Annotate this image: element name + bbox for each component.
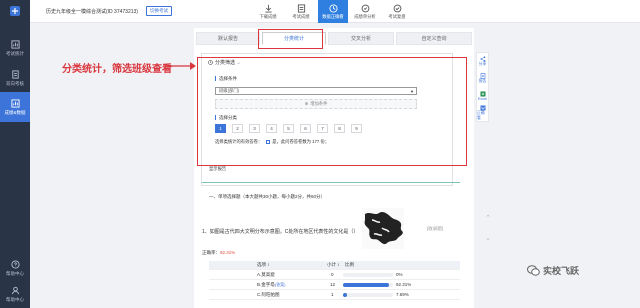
sidebar: 考试统计 双向考核 成绩&数据 帮助中心 帮助中心	[0, 0, 30, 308]
table-header-row: 选项 ↕ 小计 ↕ 比例	[209, 261, 460, 270]
report-tabs: 默认报告 分类统计 交叉分析 自定义查询	[194, 32, 474, 46]
download-grades-button[interactable]: 下载成绩	[253, 0, 283, 23]
tool-label: 考试复盘	[388, 13, 406, 19]
table-row: B.金字塔 (答案) 12 92.31%	[209, 280, 460, 290]
sidebar-item-review[interactable]: 双向考核	[0, 64, 30, 92]
share-button[interactable]: 分享	[477, 53, 488, 70]
right-tool-label: Excel	[477, 96, 488, 101]
ratio-bar	[343, 273, 393, 277]
document-icon	[11, 69, 19, 79]
report-analysis-button[interactable]: 成绩单分析	[350, 0, 380, 23]
ratio-bar	[343, 283, 393, 287]
column-header-count[interactable]: 小计 ↕	[327, 261, 340, 269]
column-header-ratio: 比例	[345, 262, 354, 267]
data-icon	[10, 98, 20, 108]
section-heading: 一、单项选择题（本大题共30小题，每小题2分，共60分）	[209, 194, 326, 199]
sidebar-item-results[interactable]: 成绩&数据	[0, 92, 30, 122]
accuracy-row: 正确率：92.31%	[202, 250, 235, 256]
option-cell: A.莫高窟	[257, 271, 275, 277]
analysis-icon	[361, 4, 369, 12]
tool-label: 考试成绩	[292, 13, 310, 19]
logo-icon	[10, 6, 20, 16]
word-button[interactable]: 正确看	[477, 104, 488, 121]
ratio-bar	[343, 293, 393, 297]
excel-button[interactable]: Excel	[477, 87, 488, 104]
pct-cell: 0%	[396, 272, 403, 277]
highlight-tab-box	[258, 29, 323, 49]
highlight-filter-box	[197, 57, 467, 166]
ratio-bar-fill	[343, 293, 347, 297]
sidebar-item-account[interactable]: 帮助中心	[0, 280, 30, 308]
count-cell: 0	[331, 272, 334, 277]
right-tool-label: 报告	[478, 79, 487, 83]
help-icon	[10, 259, 20, 269]
question-text: 1、如图是古代四大文明分布示意图，C处所在地区代表性的文化是（）	[202, 229, 359, 235]
download-icon	[264, 4, 272, 13]
divider	[202, 182, 460, 183]
exam-title: 历史九年级全一模综合测试(ID 37473213)	[46, 9, 138, 15]
pct-cell: 92.31%	[396, 282, 412, 287]
table-row: A.莫高窟 0 0%	[209, 270, 460, 280]
sidebar-item-exam-stats[interactable]: 考试统计	[0, 34, 30, 62]
table-row: C.阿旺帕图 1 7.69%	[209, 290, 460, 300]
annotation-text: 分类统计，筛选班级查看	[62, 64, 172, 75]
check-icon	[393, 4, 401, 12]
sidebar-item-help[interactable]: 帮助中心	[0, 254, 30, 282]
wechat-icon	[527, 265, 540, 276]
tool-label: 数据正确看	[322, 13, 344, 19]
report-button[interactable]: 报告	[477, 70, 488, 87]
answer-tag: (答案)	[274, 281, 286, 287]
pct-cell: 7.69%	[396, 292, 409, 297]
sidebar-item-label: 考试统计	[6, 50, 24, 56]
grade-icon	[297, 3, 305, 13]
exam-grades-button[interactable]: 考试成绩	[286, 0, 316, 23]
accuracy-label: 正确率：	[202, 250, 220, 255]
sidebar-item-label: 帮助中心	[6, 270, 24, 276]
report-mark-link[interactable]: 显示报告	[209, 166, 226, 172]
tab-default-report[interactable]: 默认报告	[196, 32, 260, 45]
option-cell: C.阿旺帕图	[257, 291, 280, 297]
sidebar-item-label: 成绩&数据	[4, 109, 26, 115]
count-cell: 12	[330, 282, 336, 287]
exam-review-button[interactable]: 考试复盘	[382, 0, 412, 23]
accuracy-value: 92.31%	[220, 250, 236, 255]
option-text: B.金字塔	[257, 281, 275, 287]
map-image	[362, 208, 404, 249]
scroll-up-icon[interactable]: ⌃	[484, 214, 492, 222]
logo	[0, 0, 30, 22]
topbar: 历史九年级全一模综合测试(ID 37473213) 切换考试 下载成绩 考试成绩…	[30, 0, 640, 23]
right-tool-label: 分享	[478, 62, 487, 66]
chart-icon	[10, 39, 20, 49]
collect-question-link[interactable]: [收录题]	[427, 226, 443, 232]
right-toolbar: 分享 报告 Excel 正确看	[476, 52, 489, 122]
sidebar-item-label: 帮助中心	[6, 296, 24, 302]
answer-stats-table: 选项 ↕ 小计 ↕ 比例 A.莫高窟 0 0% B.金字塔 (答案) 12 92.…	[209, 261, 460, 300]
tool-label: 下载成绩	[259, 13, 277, 19]
clock-icon	[328, 3, 338, 13]
right-tool-label: 正确看	[477, 110, 485, 120]
watermark: 实校飞跃	[527, 264, 579, 277]
column-header-option[interactable]: 选项 ↕	[257, 261, 270, 269]
tool-label: 成绩单分析	[354, 13, 376, 19]
tab-custom-query[interactable]: 自定义查询	[396, 32, 472, 45]
watermark-text: 实校飞跃	[543, 266, 580, 276]
data-view-button[interactable]: 数据正确看	[318, 0, 348, 23]
count-cell: 1	[331, 292, 334, 297]
switch-exam-button[interactable]: 切换考试	[146, 6, 172, 16]
option-cell: B.金字塔 (答案)	[257, 280, 285, 289]
sidebar-item-label: 双向考核	[6, 80, 24, 86]
scroll-down-icon[interactable]: ⌄	[484, 234, 492, 242]
tab-cross-analysis[interactable]: 交叉分析	[328, 32, 394, 45]
user-icon	[11, 286, 19, 294]
ratio-bar-fill	[343, 283, 390, 287]
